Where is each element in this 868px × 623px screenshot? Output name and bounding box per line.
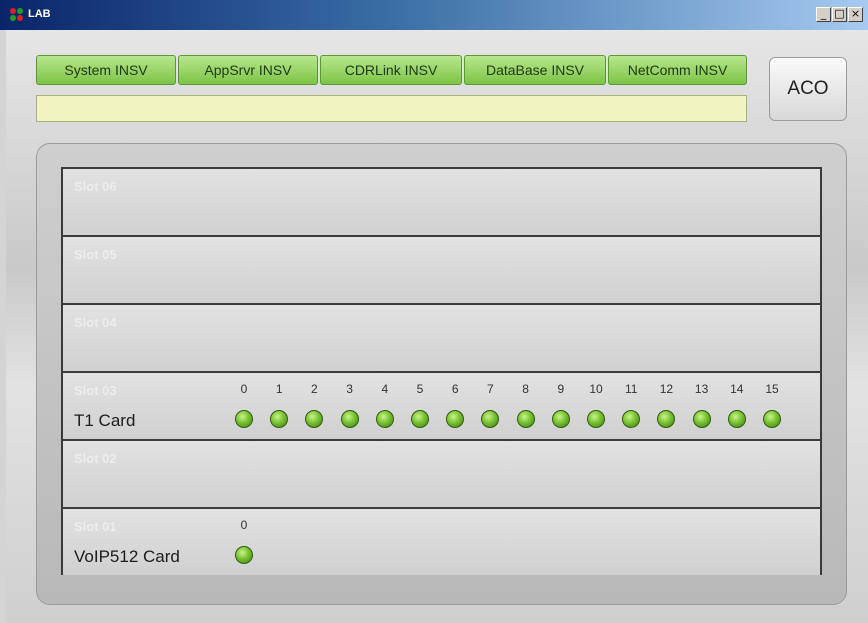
port-led-icon[interactable] [587,410,605,428]
slot-06[interactable]: Slot 06 [63,169,820,237]
port-number: 14 [730,382,744,396]
port-number: 15 [765,382,779,396]
port-number: 4 [381,382,389,396]
port-number: 10 [589,382,603,396]
slot-label: Slot 01 [74,519,117,534]
port-number: 9 [557,382,565,396]
port-number: 1 [275,382,283,396]
port-led-icon[interactable] [340,410,359,428]
port-led-icon[interactable] [235,546,253,564]
port-number: 3 [346,382,353,396]
port-number: 12 [659,382,674,396]
slot-label: Slot 02 [74,451,117,466]
slot-01[interactable]: Slot 01 VoIP512 Card 0 [63,509,820,575]
port-number: 13 [694,382,709,396]
port-number: 2 [311,382,318,396]
port-number: 6 [451,382,459,396]
port-led-icon[interactable] [692,410,711,428]
port-led-icon[interactable] [622,410,641,428]
minimize-button[interactable]: _ [816,7,831,22]
close-button[interactable]: × [848,7,863,22]
status-tab-bar: System INSV AppSrvr INSV CDRLink INSV Da… [36,55,747,87]
port-number: 11 [624,382,638,396]
restore-button[interactable]: □ [832,7,847,22]
slot-03[interactable]: Slot 03 T1 Card 0 1 2 3 4 5 6 7 8 9 10 11 12 13 14 15 [63,373,820,441]
status-appsrvr[interactable]: AppSrvr INSV [178,55,318,85]
port-led-icon[interactable] [516,410,535,428]
slot-rack: Slot 06 Slot 05 Slot 04 Slot 03 T1 Card … [61,167,822,575]
status-netcomm[interactable]: NetComm INSV [608,55,747,85]
card-name-t1: T1 Card [74,411,136,430]
main-window: LAB _ □ × System INSV AppSrvr INSV CDRLi… [0,0,868,623]
status-cdrlink[interactable]: CDRLink INSV [320,55,462,85]
slot-label: Slot 06 [74,179,117,194]
slot-label: Slot 04 [74,315,117,330]
port-led-icon[interactable] [727,410,746,428]
status-system[interactable]: System INSV [36,55,176,85]
window-title: LAB [28,8,51,20]
port-led-icon[interactable] [763,410,781,428]
slot-02[interactable]: Slot 02 [63,441,820,509]
port-led-icon[interactable] [411,410,429,428]
port-led-icon[interactable] [375,410,394,428]
port-number: 7 [487,382,494,396]
port-number: 8 [522,382,529,396]
slot-05[interactable]: Slot 05 [63,237,820,305]
port-led-icon[interactable] [657,410,676,428]
status-database[interactable]: DataBase INSV [464,55,606,85]
slot-label: Slot 03 [74,383,117,398]
message-bar [36,95,747,122]
aco-button[interactable]: ACO [769,57,847,121]
slot-04[interactable]: Slot 04 [63,305,820,373]
port-number: 5 [416,382,424,396]
port-led-icon[interactable] [270,410,289,428]
title-bar[interactable]: LAB _ □ × [0,0,868,30]
port-led-icon[interactable] [481,410,500,428]
app-logo-icon [10,8,24,22]
port-number: 0 [240,518,248,532]
port-led-icon[interactable] [551,410,570,428]
slot-label: Slot 05 [74,247,117,262]
card-name-voip512: VoIP512 Card [74,547,180,566]
port-led-icon[interactable] [235,410,253,428]
port-number: 0 [240,382,248,396]
port-led-icon[interactable] [305,410,324,428]
port-led-icon[interactable] [446,410,465,428]
